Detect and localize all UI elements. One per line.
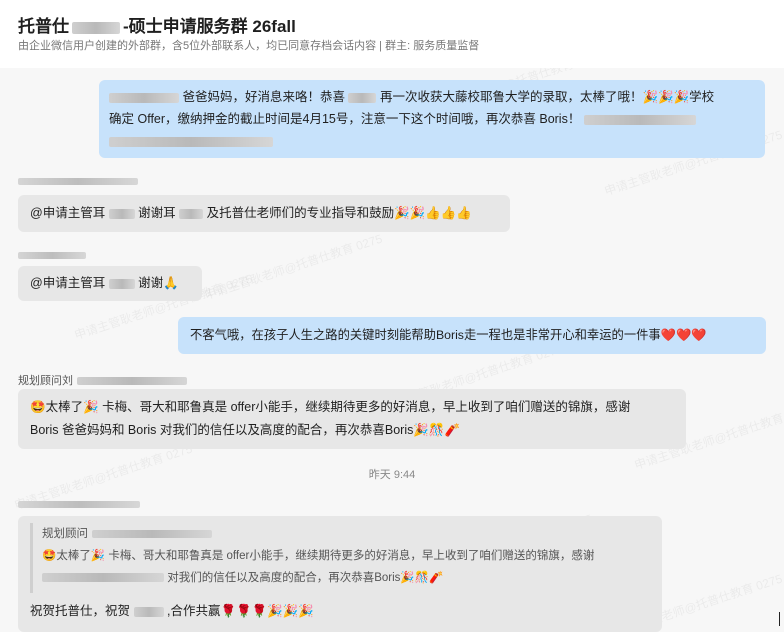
redacted-blur — [583, 114, 696, 125]
redacted-blur — [72, 21, 120, 34]
message-bubble-incoming[interactable]: @申请主管耳 谢谢🙏 — [18, 266, 202, 301]
sender-name-redacted — [18, 501, 140, 508]
message-text: 祝贺托普仕，祝贺 — [30, 604, 131, 618]
redacted-blur — [108, 208, 135, 219]
group-title: 托普仕 -硕士申请服务群 26fall — [18, 12, 296, 37]
message-text: 确定 Offer，缴纳押金的截止时间是4月15号，注意一下这个时间哦，再次恭喜 … — [109, 112, 581, 126]
chat-area[interactable]: 申请主管耿老师@托普仕教育 0275 申请主管耿老师@托普仕教育 0275 申请… — [0, 68, 784, 632]
mention-text: @申请主管耳 — [30, 276, 106, 290]
quote-sender-label: 规划顾问 — [42, 528, 88, 540]
group-title-prefix: 托普仕 — [18, 17, 69, 36]
message-text: 🤩太棒了🎉 卡梅、哥大和耶鲁真是 offer小能手，继续期待更多的好消息，早上收… — [30, 400, 631, 414]
redacted-blur — [77, 377, 187, 386]
quote-text: 🤩太棒了🎉 卡梅、哥大和耶鲁真是 offer小能手，继续期待更多的好消息，早上收… — [42, 550, 595, 562]
message-text: 再一次收获大藤校耶鲁大学的录取，太棒了哦！🎉🎉🎉学校 — [379, 90, 715, 104]
message-bubble-outgoing[interactable]: 不客气哦，在孩子人生之路的关键时刻能帮助Boris走一程也是非常开心和幸运的一件… — [178, 317, 766, 354]
quote-line: 对我们的信任以及高度的配合，再次恭喜Boris🎉🎊🧨 — [42, 567, 650, 589]
sender-name-redacted — [18, 252, 86, 259]
mention-text: @申请主管耳 — [30, 206, 106, 220]
quoted-message[interactable]: 规划顾问 🤩太棒了🎉 卡梅、哥大和耶鲁真是 offer小能手，继续期待更多的好消… — [30, 523, 650, 593]
message-bubble-incoming[interactable]: @申请主管耳 谢谢耳 及托普仕老师们的专业指导和鼓励🎉🎉👍👍👍 — [18, 195, 510, 232]
redacted-blur — [109, 92, 179, 103]
timestamp-divider: 昨天 9:44 — [368, 469, 416, 481]
message-line: 确定 Offer，缴纳押金的截止时间是4月15号，注意一下这个时间哦，再次恭喜 … — [109, 108, 755, 130]
message-text: Boris 爸爸妈妈和 Boris 对我们的信任以及高度的配合，再次恭喜Bori… — [30, 423, 461, 437]
group-subtitle: 由企业微信用户创建的外部群，含5位外部联系人，均已同意存档会话内容 | 群主: … — [18, 40, 480, 52]
sender-name-redacted — [18, 178, 138, 185]
message-text: 爸爸妈妈，好消息来咯！恭喜 — [182, 90, 345, 104]
sender-label: 规划顾问刘 — [18, 375, 73, 387]
message-text: 不客气哦，在孩子人生之路的关键时刻能帮助Boris走一程也是非常开心和幸运的一件… — [190, 328, 707, 342]
sender-name: 规划顾问刘 — [18, 372, 187, 388]
message-bubble-incoming[interactable]: 规划顾问 🤩太棒了🎉 卡梅、哥大和耶鲁真是 offer小能手，继续期待更多的好消… — [18, 516, 662, 632]
message-text: ,合作共赢🌹🌹🌹🎉🎉🎉 — [166, 604, 314, 618]
group-title-suffix: -硕士申请服务群 26fall — [123, 17, 296, 36]
redacted-blur — [42, 573, 164, 583]
quote-text: 对我们的信任以及高度的配合，再次恭喜Boris🎉🎊🧨 — [167, 572, 444, 584]
redacted-blur — [133, 606, 164, 617]
redacted-blur — [109, 136, 273, 147]
message-bubble-incoming[interactable]: 🤩太棒了🎉 卡梅、哥大和耶鲁真是 offer小能手，继续期待更多的好消息，早上收… — [18, 389, 686, 449]
message-line: 爸爸妈妈，好消息来咯！恭喜 再一次收获大藤校耶鲁大学的录取，太棒了哦！🎉🎉🎉学校 — [109, 86, 755, 108]
redacted-blur — [108, 278, 135, 289]
redacted-blur — [179, 208, 204, 219]
quote-sender: 规划顾问 — [42, 523, 650, 545]
redacted-blur — [348, 92, 377, 103]
message-text: 谢谢耳 — [138, 206, 176, 220]
message-line — [109, 130, 755, 152]
reply-text: 祝贺托普仕，祝贺 ,合作共赢🌹🌹🌹🎉🎉🎉 — [30, 600, 314, 622]
chat-header: 托普仕 -硕士申请服务群 26fall 由企业微信用户创建的外部群，含5位外部联系… — [0, 0, 784, 69]
message-text: 谢谢🙏 — [138, 276, 179, 290]
message-text: 及托普仕老师们的专业指导和鼓励🎉🎉👍👍👍 — [206, 206, 472, 220]
message-bubble-outgoing[interactable]: 爸爸妈妈，好消息来咯！恭喜 再一次收获大藤校耶鲁大学的录取，太棒了哦！🎉🎉🎉学校… — [99, 80, 765, 158]
redacted-blur — [92, 529, 212, 538]
text-caret — [779, 612, 780, 626]
